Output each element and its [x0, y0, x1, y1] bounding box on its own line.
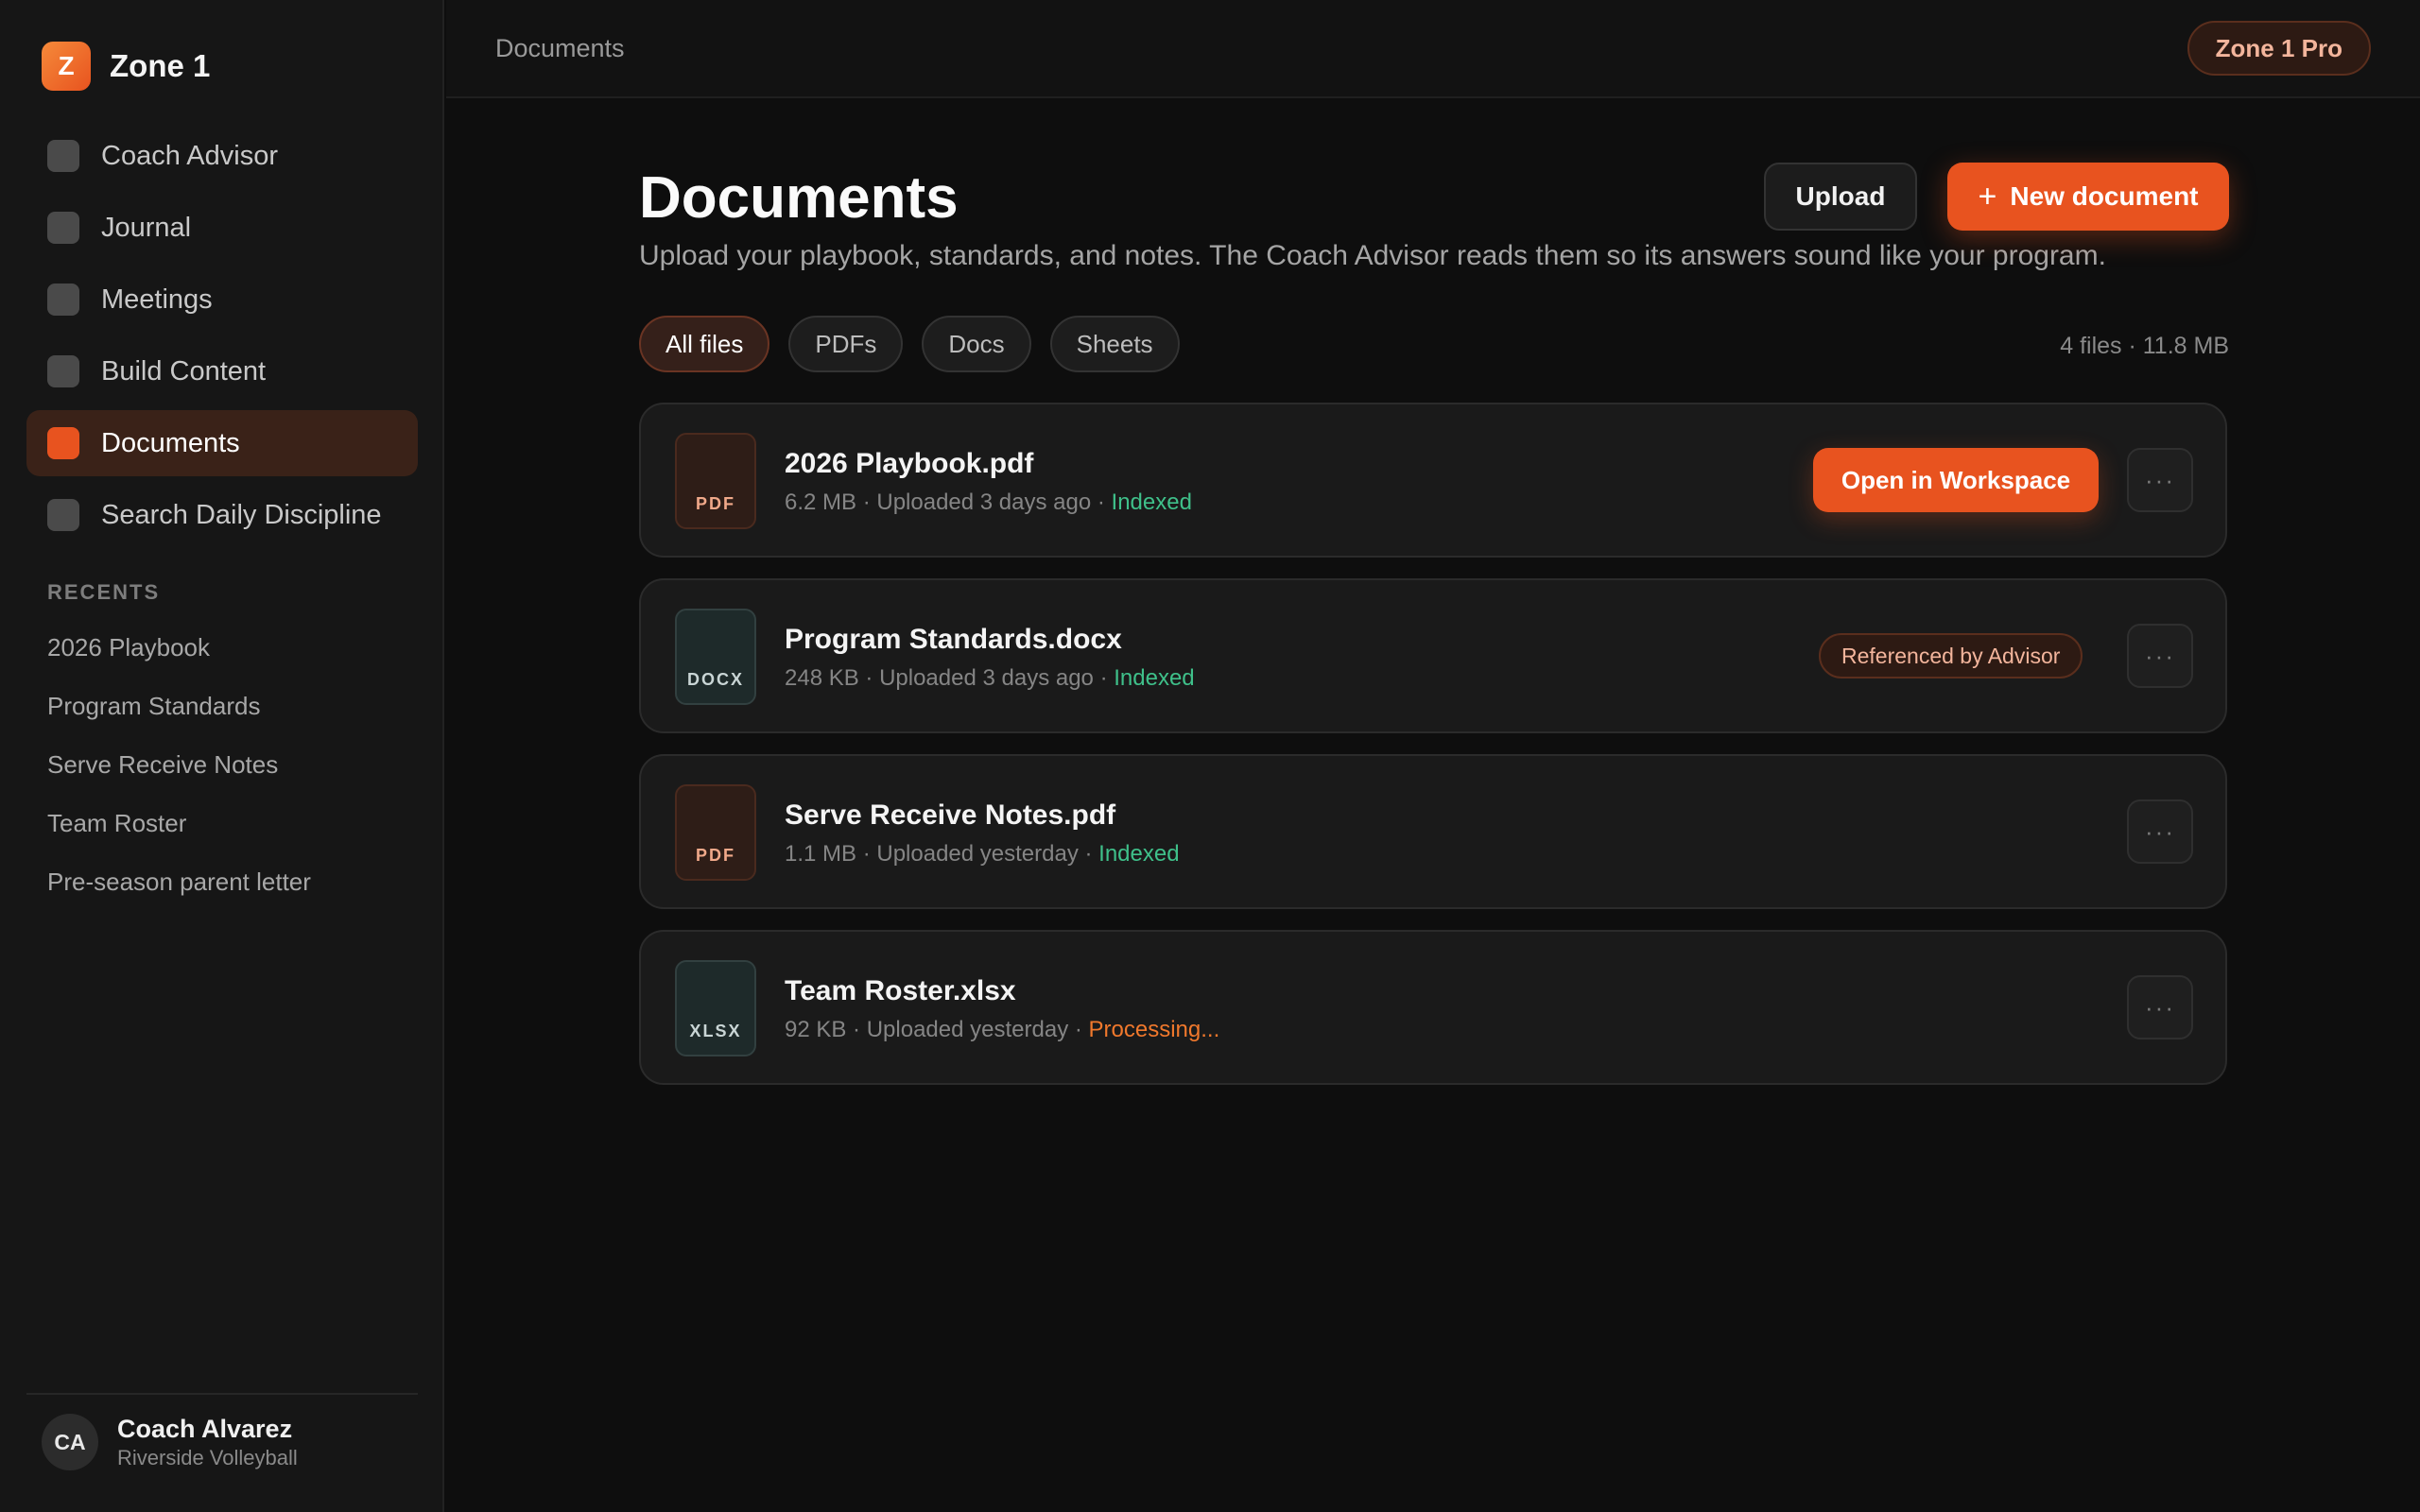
- sidebar-item-coach-advisor[interactable]: Coach Advisor: [26, 123, 418, 189]
- recent-item[interactable]: Program Standards: [47, 684, 311, 743]
- meta-separator: ·: [858, 665, 880, 691]
- filter-docs[interactable]: Docs: [922, 316, 1031, 372]
- meta-separator: ·: [1091, 490, 1112, 515]
- page-title: Documents: [639, 165, 959, 231]
- file-size: 1.1 MB: [785, 841, 857, 867]
- plus-icon: +: [1978, 178, 1997, 215]
- divider: [26, 1393, 418, 1395]
- more-options-button[interactable]: ···: [2127, 799, 2193, 864]
- file-summary: 4 files · 11.8 MB: [2060, 333, 2229, 359]
- file-uploaded: Uploaded yesterday: [876, 841, 1079, 867]
- sidebar-nav: Coach Advisor Journal Meetings Build Con…: [26, 123, 418, 554]
- user-profile[interactable]: CA Coach Alvarez Riverside Volleyball: [42, 1414, 298, 1470]
- meta-separator: ·: [856, 841, 877, 867]
- file-name[interactable]: Team Roster.xlsx: [785, 975, 1016, 1007]
- sidebar-item-label: Meetings: [101, 284, 213, 315]
- recents-list: 2026 Playbook Program Standards Serve Re…: [47, 626, 311, 919]
- sidebar-item-meetings[interactable]: Meetings: [26, 266, 418, 333]
- filter-all-files[interactable]: All files: [639, 316, 770, 372]
- pdf-file-icon: PDF: [675, 784, 756, 881]
- meta-separator: ·: [1078, 841, 1099, 867]
- file-row[interactable]: XLSX Team Roster.xlsx 92 KB · Uploaded y…: [639, 930, 2227, 1085]
- status-indexed: Indexed: [1111, 490, 1192, 515]
- meta-separator: ·: [1068, 1017, 1089, 1042]
- sidebar-item-label: Build Content: [101, 355, 267, 387]
- xlsx-file-icon: XLSX: [675, 960, 756, 1057]
- new-document-label: New document: [2010, 181, 2199, 211]
- meta-separator: ·: [846, 1017, 867, 1042]
- more-options-button[interactable]: ···: [2127, 624, 2193, 688]
- sidebar-item-search-daily-discipline[interactable]: Search Daily Discipline: [26, 482, 418, 548]
- status-indexed: Indexed: [1098, 841, 1180, 867]
- brand-logo: Z: [42, 42, 91, 91]
- more-options-button[interactable]: ···: [2127, 975, 2193, 1040]
- sidebar: Z Zone 1 Coach Advisor Journal Meetings …: [0, 0, 444, 1512]
- file-list: PDF 2026 Playbook.pdf 6.2 MB · Uploaded …: [639, 403, 2227, 1106]
- coach-advisor-icon: [47, 140, 79, 172]
- user-org: Riverside Volleyball: [117, 1445, 298, 1469]
- recents-title: RECENTS: [47, 580, 161, 604]
- journal-icon: [47, 212, 79, 244]
- recent-item[interactable]: 2026 Playbook: [47, 626, 311, 684]
- sidebar-item-documents[interactable]: Documents: [26, 410, 418, 476]
- filter-sheets[interactable]: Sheets: [1049, 316, 1180, 372]
- avatar: CA: [42, 1414, 98, 1470]
- sidebar-item-journal[interactable]: Journal: [26, 195, 418, 261]
- meta-separator: ·: [856, 490, 877, 515]
- meta-separator: ·: [1093, 665, 1115, 691]
- open-in-workspace-button[interactable]: Open in Workspace: [1813, 448, 2099, 512]
- user-name: Coach Alvarez: [117, 1414, 293, 1443]
- sidebar-item-label: Documents: [101, 427, 240, 458]
- upload-button[interactable]: Upload: [1764, 163, 1917, 231]
- file-name[interactable]: 2026 Playbook.pdf: [785, 448, 1033, 480]
- more-options-button[interactable]: ···: [2127, 448, 2193, 512]
- sidebar-item-build-content[interactable]: Build Content: [26, 338, 418, 404]
- file-name[interactable]: Serve Receive Notes.pdf: [785, 799, 1115, 832]
- recent-item[interactable]: Pre-season parent letter: [47, 860, 311, 919]
- recent-item[interactable]: Serve Receive Notes: [47, 743, 311, 801]
- file-size: 6.2 MB: [785, 490, 857, 515]
- page-subtitle: Upload your playbook, standards, and not…: [639, 240, 2106, 271]
- file-row[interactable]: PDF 2026 Playbook.pdf 6.2 MB · Uploaded …: [639, 403, 2227, 558]
- build-content-icon: [47, 355, 79, 387]
- file-meta: 1.1 MB · Uploaded yesterday · Indexed: [785, 841, 1180, 868]
- docx-file-icon: DOCX: [675, 609, 756, 705]
- sidebar-item-label: Search Daily Discipline: [101, 499, 382, 530]
- documents-icon: [47, 427, 79, 459]
- referenced-badge: Referenced by Advisor: [1819, 633, 2083, 679]
- breadcrumb: Documents: [495, 34, 625, 62]
- plan-badge[interactable]: Zone 1 Pro: [2187, 21, 2371, 76]
- status-indexed: Indexed: [1114, 665, 1195, 691]
- pdf-file-icon: PDF: [675, 433, 756, 529]
- file-row[interactable]: PDF Serve Receive Notes.pdf 1.1 MB · Upl…: [639, 754, 2227, 909]
- recent-item[interactable]: Team Roster: [47, 801, 311, 860]
- file-uploaded: Uploaded 3 days ago: [876, 490, 1092, 515]
- file-meta: 6.2 MB · Uploaded 3 days ago · Indexed: [785, 490, 1192, 516]
- file-size: 248 KB: [785, 665, 859, 691]
- file-uploaded: Uploaded 3 days ago: [879, 665, 1094, 691]
- new-document-button[interactable]: + New document: [1947, 163, 2229, 231]
- file-size: 92 KB: [785, 1017, 847, 1042]
- brand[interactable]: Z Zone 1: [42, 42, 210, 91]
- meetings-icon: [47, 284, 79, 316]
- brand-name: Zone 1: [110, 48, 211, 83]
- file-name[interactable]: Program Standards.docx: [785, 624, 1122, 656]
- file-uploaded: Uploaded yesterday: [866, 1017, 1069, 1042]
- search-daily-discipline-icon: [47, 499, 79, 531]
- filter-chips: All files PDFs Docs Sheets: [639, 316, 1199, 372]
- filter-pdfs[interactable]: PDFs: [788, 316, 904, 372]
- file-meta: 248 KB · Uploaded 3 days ago · Indexed: [785, 665, 1195, 692]
- sidebar-item-label: Journal: [101, 212, 192, 243]
- file-row[interactable]: DOCX Program Standards.docx 248 KB · Upl…: [639, 578, 2227, 733]
- user-info: Coach Alvarez Riverside Volleyball: [117, 1415, 298, 1470]
- file-meta: 92 KB · Uploaded yesterday · Processing.…: [785, 1017, 1219, 1043]
- top-bar: Documents Zone 1 Pro: [446, 0, 2420, 98]
- status-processing: Processing...: [1088, 1017, 1220, 1042]
- sidebar-item-label: Coach Advisor: [101, 140, 278, 171]
